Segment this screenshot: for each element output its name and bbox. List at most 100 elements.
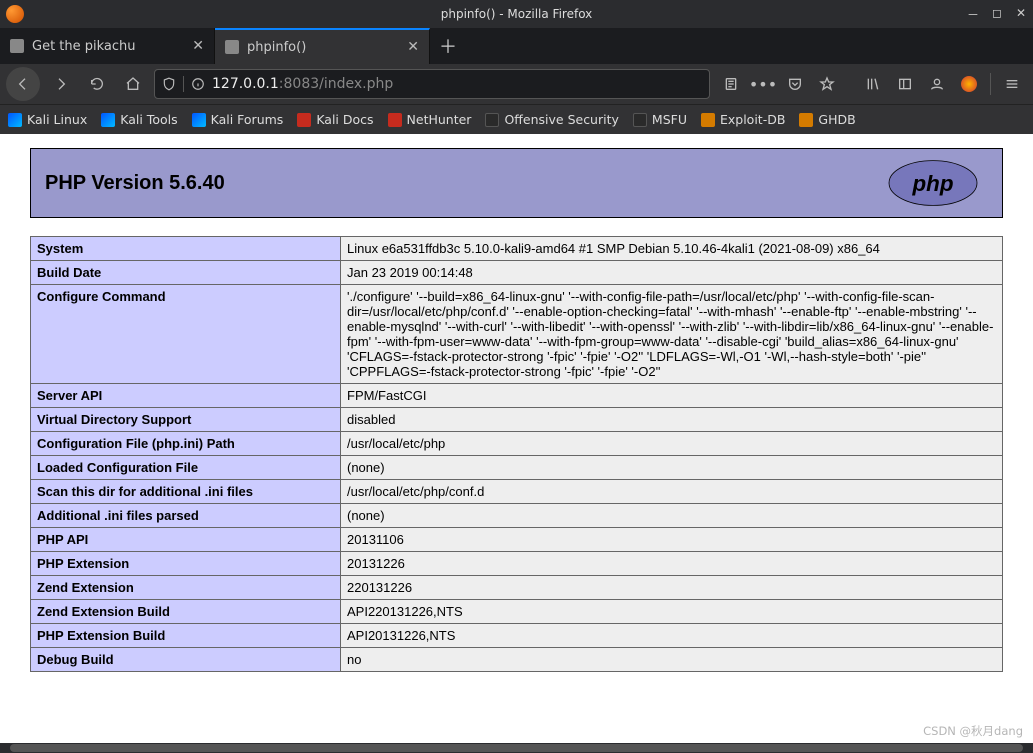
close-icon[interactable]: ✕ [407,39,419,55]
url-text: 127.0.0.1:8083/index.php [212,76,393,92]
hamburger-icon [1004,76,1020,92]
kali-icon [8,113,22,127]
sidebar-button[interactable] [890,69,920,99]
maximize-button[interactable]: ◻ [985,6,1009,23]
row-value: Jan 23 2019 00:14:48 [341,261,1003,285]
tab-label: phpinfo() [247,40,306,55]
msfu-icon [633,113,647,127]
row-value: API220131226,NTS [341,600,1003,624]
bookmark-offsec[interactable]: Offensive Security [485,112,618,127]
bookmark-kali-forums[interactable]: Kali Forums [192,112,284,127]
content-viewport[interactable]: PHP Version 5.6.40 php SystemLinux e6a53… [0,134,1033,743]
bookmarks-toolbar: Kali Linux Kali Tools Kali Forums Kali D… [0,104,1033,134]
tab-label: Get the pikachu [32,39,136,54]
window-controls: － ◻ ✕ [961,6,1033,23]
table-row: PHP Extension BuildAPI20131226,NTS [31,624,1003,648]
page-icon [225,40,239,54]
row-value: API20131226,NTS [341,624,1003,648]
back-button[interactable] [6,67,40,101]
ghdb-icon [799,113,813,127]
bookmark-kali-linux[interactable]: Kali Linux [8,112,87,127]
arrow-right-icon [53,76,69,92]
bookmark-kali-tools[interactable]: Kali Tools [101,112,177,127]
row-value: './configure' '--build=x86_64-linux-gnu'… [341,285,1003,384]
close-window-button[interactable]: ✕ [1009,6,1033,23]
tab-strip: Get the pikachu ✕ phpinfo() ✕ ＋ [0,28,1033,64]
phpinfo-page: PHP Version 5.6.40 php SystemLinux e6a53… [0,134,1033,686]
reload-button[interactable] [82,69,112,99]
tab-phpinfo[interactable]: phpinfo() ✕ [215,28,430,64]
minimize-button[interactable]: － [961,6,985,23]
tab-pikachu[interactable]: Get the pikachu ✕ [0,28,215,64]
table-row: Scan this dir for additional .ini files/… [31,480,1003,504]
account-icon [929,76,945,92]
kali-icon [101,113,115,127]
row-value: disabled [341,408,1003,432]
bookmark-label: Kali Linux [27,112,87,127]
row-key: System [31,237,341,261]
table-row: SystemLinux e6a531ffdb3c 5.10.0-kali9-am… [31,237,1003,261]
forward-button[interactable] [46,69,76,99]
reader-mode-button[interactable] [716,69,746,99]
info-icon[interactable] [190,76,206,92]
arrow-left-icon [15,76,31,92]
bookmark-button[interactable] [812,69,842,99]
separator [183,76,184,92]
table-row: Virtual Directory Supportdisabled [31,408,1003,432]
library-button[interactable] [858,69,888,99]
bookmark-ghdb[interactable]: GHDB [799,112,855,127]
row-key: Scan this dir for additional .ini files [31,480,341,504]
window-titlebar: phpinfo() - Mozilla Firefox － ◻ ✕ [0,0,1033,28]
extension-button[interactable] [954,69,984,99]
row-key: Build Date [31,261,341,285]
scrollbar-thumb[interactable] [10,744,1022,752]
bookmark-nethunter[interactable]: NetHunter [388,112,472,127]
row-value: (none) [341,504,1003,528]
url-host: 127.0.0.1 [212,76,279,92]
row-value: no [341,648,1003,672]
offsec-icon [485,113,499,127]
row-key: Loaded Configuration File [31,456,341,480]
reload-icon [89,76,105,92]
toolbar-right: ••• [716,69,1027,99]
bookmark-label: Kali Docs [316,112,373,127]
row-value: (none) [341,456,1003,480]
bookmark-kali-docs[interactable]: Kali Docs [297,112,373,127]
row-value: Linux e6a531ffdb3c 5.10.0-kali9-amd64 #1… [341,237,1003,261]
row-value: /usr/local/etc/php [341,432,1003,456]
kali-icon [192,113,206,127]
account-button[interactable] [922,69,952,99]
bookmark-label: Exploit-DB [720,112,785,127]
window-title: phpinfo() - Mozilla Firefox [441,7,593,21]
home-button[interactable] [118,69,148,99]
url-path: /index.php [319,76,393,92]
bookmark-exploitdb[interactable]: Exploit-DB [701,112,785,127]
table-row: PHP API20131106 [31,528,1003,552]
row-key: Zend Extension [31,576,341,600]
row-value: 20131226 [341,552,1003,576]
row-key: Debug Build [31,648,341,672]
row-key: PHP Extension [31,552,341,576]
bookmark-msfu[interactable]: MSFU [633,112,687,127]
kali-icon [297,113,311,127]
table-row: Configure Command'./configure' '--build=… [31,285,1003,384]
save-pocket-button[interactable] [780,69,810,99]
svg-text:php: php [911,171,953,196]
url-bar[interactable]: 127.0.0.1:8083/index.php [154,69,710,99]
php-version-heading: PHP Version 5.6.40 [45,172,225,195]
bookmark-label: GHDB [818,112,855,127]
row-value: /usr/local/etc/php/conf.d [341,480,1003,504]
shield-icon[interactable] [161,76,177,92]
page-actions-button[interactable]: ••• [748,69,778,99]
star-icon [819,76,835,92]
table-row: Server APIFPM/FastCGI [31,384,1003,408]
app-menu-button[interactable] [997,69,1027,99]
table-row: Debug Buildno [31,648,1003,672]
table-row: PHP Extension20131226 [31,552,1003,576]
horizontal-scrollbar[interactable] [0,743,1033,753]
bookmark-label: MSFU [652,112,687,127]
close-icon[interactable]: ✕ [192,38,204,54]
new-tab-button[interactable]: ＋ [430,28,466,64]
pocket-icon [787,76,803,92]
phpinfo-table: SystemLinux e6a531ffdb3c 5.10.0-kali9-am… [30,236,1003,672]
